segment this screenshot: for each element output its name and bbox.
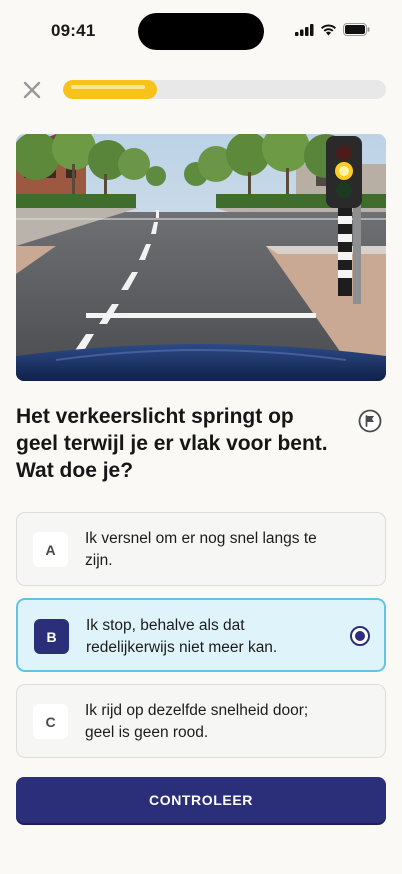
selected-radio-icon bbox=[350, 626, 370, 646]
close-button[interactable] bbox=[18, 76, 46, 104]
option-letter: B bbox=[34, 619, 69, 654]
flag-icon bbox=[358, 409, 382, 433]
progress-highlight bbox=[71, 85, 146, 89]
question-image bbox=[16, 134, 386, 381]
progress-bar bbox=[63, 80, 386, 99]
status-icons bbox=[295, 23, 370, 36]
option-letter: C bbox=[33, 704, 68, 739]
battery-icon bbox=[343, 23, 370, 36]
option-letter: A bbox=[33, 532, 68, 567]
report-flag-button[interactable] bbox=[358, 409, 382, 433]
option-text: Ik stop, behalve als dat redelijkerwijs … bbox=[86, 617, 278, 656]
option-text: Ik versnel om er nog snel langs te zijn. bbox=[85, 530, 317, 569]
dynamic-island bbox=[138, 13, 264, 50]
answer-option-b[interactable]: B Ik stop, behalve als dat redelijkerwij… bbox=[16, 598, 386, 672]
status-time: 09:41 bbox=[51, 21, 96, 40]
progress-fill bbox=[63, 80, 157, 99]
option-text: Ik rijd op dezelfde snelheid door; geel … bbox=[85, 702, 309, 741]
cellular-signal-icon bbox=[295, 23, 314, 36]
answer-option-a[interactable]: A Ik versnel om er nog snel langs te zij… bbox=[16, 512, 386, 586]
status-bar: 09:41 bbox=[0, 0, 402, 62]
close-icon bbox=[23, 81, 41, 99]
question-text: Het verkeerslicht springt op geel terwij… bbox=[16, 405, 328, 482]
check-button[interactable]: CONTROLEER bbox=[16, 777, 386, 823]
wifi-icon bbox=[321, 23, 336, 35]
answer-option-c[interactable]: C Ik rijd op dezelfde snelheid door; gee… bbox=[16, 684, 386, 758]
